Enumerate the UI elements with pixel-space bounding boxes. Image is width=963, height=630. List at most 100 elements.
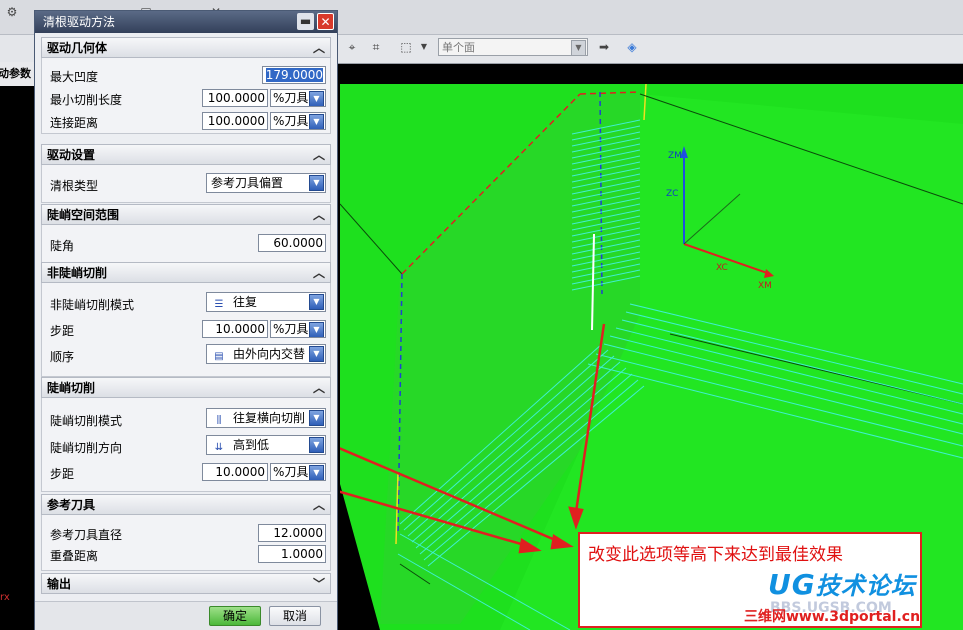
min-cut-length-unit-value: %刀具 bbox=[273, 91, 309, 105]
overlap-distance-label: 重叠距离 bbox=[50, 549, 99, 563]
ok-button[interactable]: 确定 bbox=[209, 606, 261, 626]
section-steep-cut[interactable]: 陡峭切削 ︿ bbox=[41, 377, 331, 398]
section-drive-geometry-body: 最大凹度 179.0000 最小切削长度 100.0000 %刀具 ▼ 连接距离 … bbox=[41, 58, 331, 134]
connect-distance-field[interactable]: 100.0000 bbox=[202, 112, 268, 130]
chevron-down-icon[interactable]: ▼ bbox=[309, 410, 324, 426]
non-steep-stepover-field[interactable]: 10.0000 bbox=[202, 320, 268, 338]
app-tool-icon[interactable]: ⚙ bbox=[4, 4, 20, 20]
dialog-title: 清根驱动方法 bbox=[43, 15, 116, 29]
non-steep-mode-value: 往复 bbox=[233, 295, 258, 309]
section-title: 驱动几何体 bbox=[47, 41, 108, 55]
section-steep-range-body: 陡角 60.0000 bbox=[41, 225, 331, 263]
non-steep-stepover-label: 步距 bbox=[50, 324, 75, 338]
steep-direction-value: 高到低 bbox=[233, 438, 270, 452]
connect-distance-label: 连接距离 bbox=[50, 116, 99, 130]
order-select[interactable]: ▤ 由外向内交替 ▼ bbox=[206, 344, 326, 364]
cleanup-drive-dialog: 清根驱动方法 ▬ ✕ 驱动几何体 ︿ 最大凹度 179.0000 最小切削长度 … bbox=[34, 10, 338, 630]
face-filter-value: 单个面 bbox=[442, 41, 475, 54]
chevron-down-icon[interactable]: ▼ bbox=[309, 437, 324, 453]
section-title: 陡峭切削 bbox=[47, 381, 96, 395]
steep-stepover-label: 步距 bbox=[50, 467, 75, 481]
section-drive-geometry[interactable]: 驱动几何体 ︿ bbox=[41, 37, 331, 58]
chevron-up-icon[interactable]: ︿ bbox=[312, 38, 326, 58]
chevron-down-icon[interactable]: ▼ bbox=[309, 465, 324, 480]
chevron-up-icon[interactable]: ︿ bbox=[312, 145, 326, 165]
ref-tool-diameter-label: 参考刀具直径 bbox=[50, 528, 123, 542]
section-reference-tool[interactable]: 参考刀具 ︿ bbox=[41, 494, 331, 515]
steep-stepover-unit[interactable]: %刀具 ▼ bbox=[270, 463, 326, 481]
snap-icon[interactable]: ⌖ bbox=[344, 39, 360, 55]
zigzag-cross-icon: ⫼ bbox=[216, 415, 222, 426]
dialog-footer: 确定 取消 bbox=[35, 601, 337, 630]
min-cut-length-field[interactable]: 100.0000 bbox=[202, 89, 268, 107]
section-title: 非陡峭切削 bbox=[47, 266, 108, 280]
max-concavity-label: 最大凹度 bbox=[50, 70, 99, 84]
steep-mode-label: 陡峭切削模式 bbox=[50, 414, 123, 428]
steep-stepover-unit-value: %刀具 bbox=[273, 465, 309, 479]
rectangle-select-icon[interactable]: ⬚ bbox=[398, 39, 414, 55]
section-reference-tool-body: 参考刀具直径 12.0000 重叠距离 1.0000 bbox=[41, 515, 331, 571]
min-cut-length-unit[interactable]: %刀具 ▼ bbox=[270, 89, 326, 107]
ref-tool-diameter-field[interactable]: 12.0000 bbox=[258, 524, 326, 542]
chevron-down-icon[interactable]: ▼ bbox=[309, 114, 324, 129]
zigzag-icon: ☰ bbox=[214, 299, 224, 310]
chevron-down-icon[interactable]: ▼ bbox=[309, 91, 324, 106]
chevron-down-icon[interactable]: ▼ bbox=[309, 322, 324, 337]
section-title: 参考刀具 bbox=[47, 498, 96, 512]
chevron-down-icon[interactable]: ▼ bbox=[309, 346, 324, 362]
chevron-up-icon[interactable]: ︿ bbox=[312, 378, 326, 398]
steep-stepover-field[interactable]: 10.0000 bbox=[202, 463, 268, 481]
snap-point-icon[interactable]: ⌗ bbox=[368, 39, 384, 55]
site-url: www.3dportal.cn bbox=[786, 609, 921, 625]
section-steep-range[interactable]: 陡峭空间范围 ︿ bbox=[41, 204, 331, 225]
chevron-down-icon[interactable]: ▼ bbox=[309, 175, 324, 191]
section-non-steep-body: 非陡峭切削模式 ☰ 往复 ▼ 步距 10.0000 %刀具 ▼ 顺序 ▤ 由外向内交替 ▼ bbox=[41, 283, 331, 377]
dialog-title-bar[interactable]: 清根驱动方法 ▬ ✕ bbox=[35, 11, 337, 33]
cleanup-type-select[interactable]: 参考刀具偏置 ▼ bbox=[206, 173, 326, 193]
min-cut-length-label: 最小切削长度 bbox=[50, 93, 123, 107]
axis-mark: rx bbox=[0, 592, 10, 603]
section-non-steep-cut[interactable]: 非陡峭切削 ︿ bbox=[41, 262, 331, 283]
cube-icon[interactable]: ◈ bbox=[624, 39, 640, 55]
chevron-up-icon[interactable]: ︿ bbox=[312, 495, 326, 515]
axis-zc-label: ZC bbox=[666, 189, 678, 199]
annotation-text: 改变此选项等高下来达到最佳效果 bbox=[588, 545, 843, 565]
axis-xc-label: XC bbox=[716, 263, 728, 273]
site-watermark: 三维网www.3dportal.cn bbox=[744, 606, 920, 626]
section-drive-settings[interactable]: 驱动设置 ︿ bbox=[41, 144, 331, 165]
steep-angle-label: 陡角 bbox=[50, 239, 75, 253]
axis-xm-label: XM bbox=[758, 281, 772, 291]
chevron-down-icon[interactable]: ▼ bbox=[571, 40, 586, 56]
steep-direction-label: 陡峭切削方向 bbox=[50, 441, 123, 455]
chevron-down-icon[interactable]: ﹀ bbox=[312, 574, 326, 594]
face-filter-select[interactable]: 单个面 ▼ bbox=[438, 38, 588, 56]
down-arrows-icon: ⇊ bbox=[214, 442, 224, 453]
chevron-down-icon[interactable]: ▼ bbox=[416, 39, 432, 55]
max-concavity-field[interactable]: 179.0000 bbox=[262, 66, 326, 84]
section-output[interactable]: 输出 ﹀ bbox=[41, 573, 331, 594]
steep-mode-select[interactable]: ⫼ 往复横向切削 ▼ bbox=[206, 408, 326, 428]
section-title: 输出 bbox=[47, 577, 72, 591]
cancel-button[interactable]: 取消 bbox=[269, 606, 321, 626]
close-icon[interactable]: ✕ bbox=[317, 13, 334, 30]
overlap-distance-field[interactable]: 1.0000 bbox=[258, 545, 326, 563]
section-title: 驱动设置 bbox=[47, 148, 96, 162]
non-steep-mode-select[interactable]: ☰ 往复 ▼ bbox=[206, 292, 326, 312]
logo-latin: UG bbox=[768, 568, 816, 601]
chevron-up-icon[interactable]: ︿ bbox=[312, 205, 326, 225]
connect-distance-unit[interactable]: %刀具 ▼ bbox=[270, 112, 326, 130]
chevron-up-icon[interactable]: ︿ bbox=[312, 263, 326, 283]
section-title: 陡峭空间范围 bbox=[47, 208, 120, 222]
order-value: 由外向内交替 bbox=[233, 347, 306, 361]
steep-angle-field[interactable]: 60.0000 bbox=[258, 234, 326, 252]
non-steep-stepover-unit[interactable]: %刀具 ▼ bbox=[270, 320, 326, 338]
non-steep-stepover-unit-value: %刀具 bbox=[273, 322, 309, 336]
left-panel-header: 动参数 bbox=[0, 62, 36, 86]
left-panel: 动参数 rx bbox=[0, 62, 36, 630]
arrow-right-icon[interactable]: ➡ bbox=[596, 39, 612, 55]
chevron-down-icon[interactable]: ▼ bbox=[309, 294, 324, 310]
steep-direction-select[interactable]: ⇊ 高到低 ▼ bbox=[206, 435, 326, 455]
minimize-icon[interactable]: ▬ bbox=[297, 13, 314, 30]
forum-logo: UG技术论坛 bbox=[768, 566, 916, 601]
axis-zm-label: ZM bbox=[668, 151, 682, 161]
